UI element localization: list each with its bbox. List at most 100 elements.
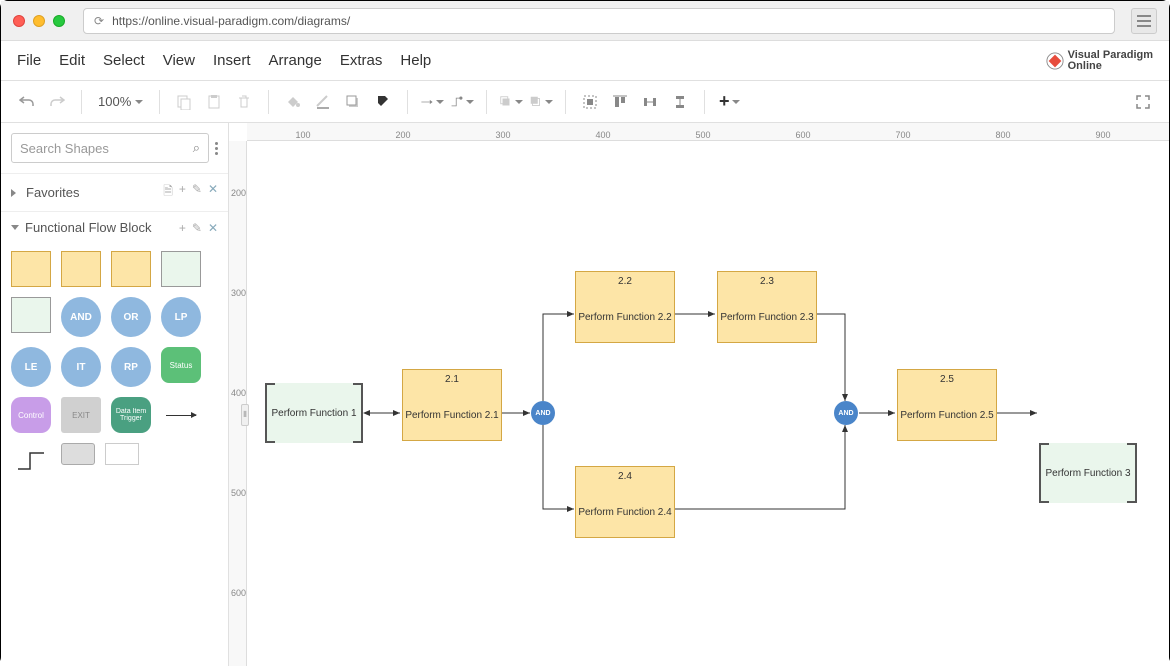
zoom-select[interactable]: 100% (94, 94, 147, 109)
fullscreen-button[interactable] (1131, 90, 1155, 114)
node-2-5[interactable]: 2.5 Perform Function 2.5 (897, 369, 997, 441)
palette-and-gate[interactable]: AND (61, 297, 101, 337)
palette-text[interactable] (105, 443, 139, 465)
menu-help[interactable]: Help (400, 52, 431, 69)
fill-button[interactable] (281, 90, 305, 114)
sidebar: Search Shapes ⌕ Favorites 🗎 + ✎ ✕ Functi… (1, 123, 229, 666)
palette-rp-gate[interactable]: RP (111, 347, 151, 387)
paste-button[interactable] (202, 90, 226, 114)
shape-palette: AND OR LP LE IT RP Status Control EXIT D… (1, 243, 228, 487)
undo-button[interactable] (15, 90, 39, 114)
panel-favorites[interactable]: Favorites 🗎 + ✎ ✕ (1, 173, 228, 211)
close-panel-icon[interactable]: ✕ (208, 221, 218, 235)
node-ref3[interactable]: Perform Function 3 (1039, 443, 1137, 503)
node-2-3[interactable]: 2.3 Perform Function 2.3 (717, 271, 817, 343)
to-front-button[interactable] (499, 90, 523, 114)
palette-arrow[interactable] (161, 397, 201, 433)
palette-function-block[interactable] (11, 251, 51, 287)
to-back-button[interactable] (529, 90, 553, 114)
close-panel-icon[interactable]: ✕ (208, 182, 218, 203)
toolbar: 100% + (1, 81, 1169, 123)
chevron-right-icon (11, 189, 20, 197)
chevron-down-icon (515, 100, 523, 104)
menu-file[interactable]: File (17, 52, 41, 69)
minimize-window-icon[interactable] (33, 15, 45, 27)
reload-icon[interactable]: ⟳ (94, 14, 104, 28)
align-top-button[interactable] (608, 90, 632, 114)
node-2-4[interactable]: 2.4 Perform Function 2.4 (575, 466, 675, 538)
search-placeholder: Search Shapes (20, 141, 109, 156)
main: Search Shapes ⌕ Favorites 🗎 + ✎ ✕ Functi… (1, 123, 1169, 666)
node-ref1-label: Perform Function 1 (271, 408, 356, 419)
diagram-edges (247, 141, 1169, 666)
add-shape-icon[interactable]: + (179, 221, 186, 235)
vp-logo-text: Visual ParadigmOnline (1068, 50, 1153, 72)
edit-panel-icon[interactable]: ✎ (192, 221, 202, 235)
palette-reference-block[interactable] (161, 251, 201, 287)
close-window-icon[interactable] (13, 15, 25, 27)
node-2-1[interactable]: 2.1 Perform Function 2.1 (402, 369, 502, 441)
palette-control[interactable]: Control (11, 397, 51, 433)
canvas[interactable]: ⦀ (247, 141, 1169, 666)
delete-button[interactable] (232, 90, 256, 114)
chevron-down-icon (11, 225, 19, 230)
redo-button[interactable] (45, 90, 69, 114)
menu-edit[interactable]: Edit (59, 52, 85, 69)
connector-style-button[interactable] (420, 90, 444, 114)
format-painter-button[interactable] (371, 90, 395, 114)
traffic-lights (13, 15, 65, 27)
vp-logo-icon (1046, 52, 1064, 70)
palette-step[interactable] (11, 443, 51, 479)
chevron-down-icon (466, 100, 474, 104)
menu-view[interactable]: View (163, 52, 195, 69)
browser-bar: ⟳ https://online.visual-paradigm.com/dia… (1, 1, 1169, 41)
palette-or-gate[interactable]: OR (111, 297, 151, 337)
palette-reference-block-2[interactable] (11, 297, 51, 333)
maximize-window-icon[interactable] (53, 15, 65, 27)
distribute-v-button[interactable] (668, 90, 692, 114)
palette-rectangle[interactable] (61, 443, 95, 465)
canvas-wrap: 100 200 300 400 500 600 700 800 900 200 … (229, 123, 1169, 666)
chevron-down-icon (545, 100, 553, 104)
palette-le-gate[interactable]: LE (11, 347, 51, 387)
vp-logo[interactable]: Visual ParadigmOnline (1046, 50, 1153, 72)
palette-trigger[interactable]: Data Item Trigger (111, 397, 151, 433)
url-bar[interactable]: ⟳ https://online.visual-paradigm.com/dia… (83, 8, 1115, 34)
search-icon: ⌕ (193, 140, 200, 156)
copy-button[interactable] (172, 90, 196, 114)
sidebar-splitter[interactable]: ⦀ (241, 404, 249, 426)
node-ref3-label: Perform Function 3 (1045, 468, 1130, 479)
palette-lp-gate[interactable]: LP (161, 297, 201, 337)
edit-panel-icon[interactable]: ✎ (192, 182, 202, 203)
palette-function-block-3[interactable] (111, 251, 151, 287)
align-button[interactable] (578, 90, 602, 114)
shadow-button[interactable] (341, 90, 365, 114)
search-input[interactable]: Search Shapes ⌕ (11, 133, 209, 163)
node-ref1[interactable]: Perform Function 1 (265, 383, 363, 443)
palette-function-block-2[interactable] (61, 251, 101, 287)
node-and1[interactable]: AND (531, 401, 555, 425)
palette-exit[interactable]: EXIT (61, 397, 101, 433)
waypoint-style-button[interactable] (450, 90, 474, 114)
stroke-button[interactable] (311, 90, 335, 114)
browser-menu-icon[interactable] (1131, 8, 1157, 34)
search-options-icon[interactable] (215, 142, 218, 155)
chevron-down-icon (436, 100, 444, 104)
menu-select[interactable]: Select (103, 52, 145, 69)
palette-status[interactable]: Status (161, 347, 201, 383)
menu-arrange[interactable]: Arrange (269, 52, 322, 69)
add-shape-icon[interactable]: + (179, 182, 186, 203)
ruler-horizontal: 100 200 300 400 500 600 700 800 900 (247, 123, 1169, 141)
distribute-h-button[interactable] (638, 90, 662, 114)
palette-it-gate[interactable]: IT (61, 347, 101, 387)
menu-bar: File Edit Select View Insert Arrange Ext… (1, 41, 1169, 81)
add-button[interactable]: + (717, 90, 741, 114)
menu-insert[interactable]: Insert (213, 52, 251, 69)
chevron-down-icon (732, 100, 740, 104)
url-text: https://online.visual-paradigm.com/diagr… (112, 14, 350, 28)
panel-ffb[interactable]: Functional Flow Block + ✎ ✕ (1, 211, 228, 243)
menu-extras[interactable]: Extras (340, 52, 383, 69)
node-and2[interactable]: AND (834, 401, 858, 425)
node-2-2[interactable]: 2.2 Perform Function 2.2 (575, 271, 675, 343)
save-favorites-icon[interactable]: 🗎 (163, 182, 173, 203)
